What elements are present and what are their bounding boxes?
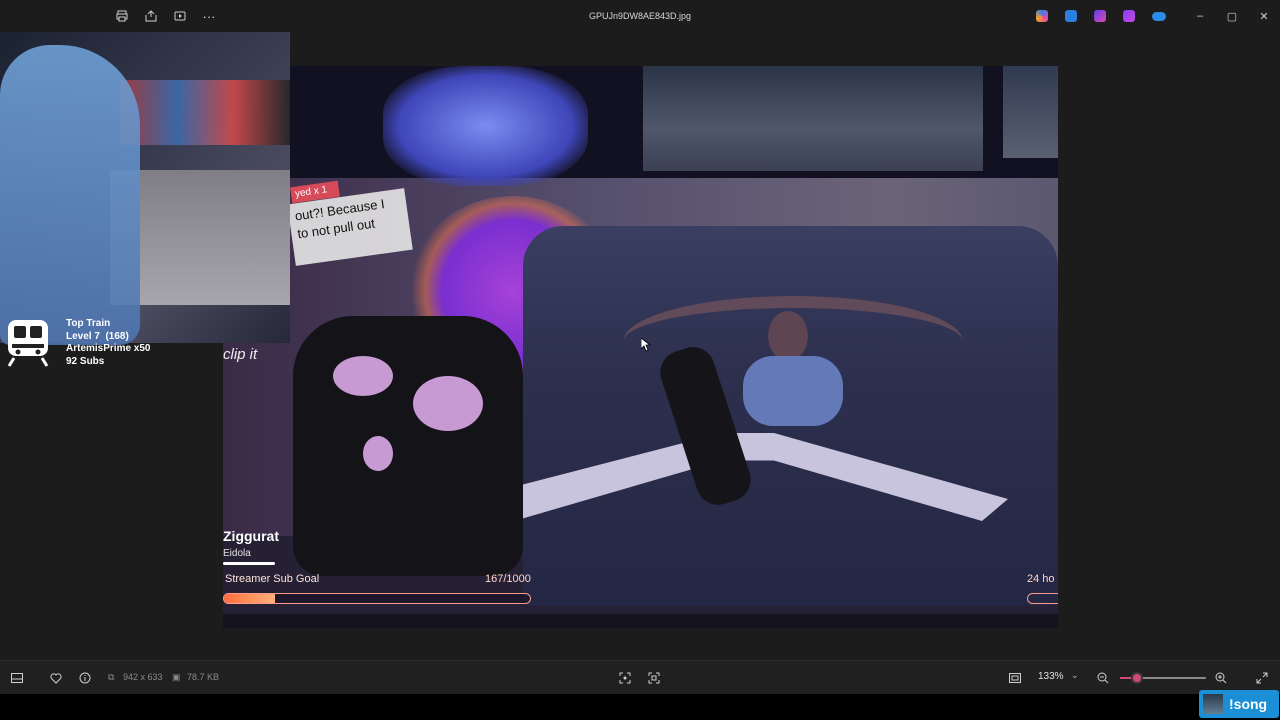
zoom-level[interactable]: 133%: [1038, 671, 1064, 682]
slideshow-icon[interactable]: [169, 6, 191, 26]
filmstrip-icon[interactable]: [9, 670, 25, 686]
clipchamp-icon[interactable]: [1094, 10, 1106, 22]
print-icon[interactable]: [111, 6, 133, 26]
song-thumbnail: [1203, 694, 1223, 714]
close-button[interactable]: ✕: [1250, 6, 1278, 26]
sub-goal-count: 167/1000: [485, 573, 531, 585]
zoom-slider[interactable]: [1120, 672, 1206, 684]
cloud-light: [383, 66, 588, 186]
fit-to-window-icon[interactable]: [1007, 670, 1023, 686]
webcam-chair: [0, 45, 140, 345]
mouse-cursor-icon: [641, 338, 651, 352]
more-icon[interactable]: ···: [198, 6, 220, 26]
top-train-user: ArtemisPrime x50: [66, 343, 151, 354]
copilot-icon[interactable]: [1036, 10, 1048, 22]
window-title: GPUJn9DW8AE843D.jpg: [588, 11, 692, 21]
visual-search-icon[interactable]: [646, 670, 662, 686]
title-bar: ··· GPUJn9DW8AE843D.jpg – ▢ ✕: [0, 0, 1280, 32]
zoom-out-icon[interactable]: [1095, 670, 1111, 686]
now-playing-artist: Eidola: [223, 548, 251, 559]
dimensions-icon: ⧉: [108, 672, 115, 682]
clip-overlay-text: clip it: [223, 346, 258, 363]
wall-art: [120, 80, 290, 145]
bottom-toolbar: ⧉ 942 x 633 ▣ 78.7 KB 133% ⌄: [0, 660, 1280, 695]
now-playing-title: Ziggurat: [223, 528, 279, 544]
onedrive-icon[interactable]: [1152, 12, 1166, 21]
top-train-subs: 92 Subs: [66, 355, 105, 367]
now-playing-progress: [223, 562, 275, 565]
favorite-heart-icon[interactable]: [48, 670, 64, 686]
sub-goal-progress-bar: [223, 593, 531, 604]
train-icon: [7, 320, 49, 367]
designer-icon[interactable]: [1123, 10, 1135, 22]
city-window: [643, 66, 983, 171]
file-size: 78.7 KB: [187, 672, 220, 682]
maximize-button[interactable]: ▢: [1218, 6, 1246, 26]
song-command-badge: !song: [1199, 690, 1279, 718]
minimize-button[interactable]: –: [1186, 6, 1214, 26]
image-dimensions: 942 x 633: [123, 672, 163, 682]
sub-goal-progress-fill: [224, 594, 276, 603]
full-screen-icon[interactable]: [1254, 670, 1270, 686]
top-train-widget: Top Train Level 7 (168) ArtemisPrime x50…: [66, 318, 151, 368]
chevron-down-icon[interactable]: ⌄: [1071, 670, 1079, 681]
gaming-chair: [293, 316, 523, 576]
file-size-icon: ▣: [172, 672, 181, 682]
timer-label: 24 ho: [1027, 573, 1055, 585]
timer-progress-bar: [1027, 593, 1058, 604]
crop-icon[interactable]: [617, 670, 633, 686]
top-train-title: Top Train: [66, 318, 111, 329]
zoom-slider-thumb[interactable]: [1131, 672, 1144, 684]
top-train-level: Level 7 (168): [66, 330, 129, 342]
info-icon[interactable]: [77, 670, 93, 686]
edit-icon[interactable]: [1065, 10, 1077, 22]
share-icon[interactable]: [140, 6, 162, 26]
sub-goal-label: Streamer Sub Goal: [225, 573, 320, 585]
zoom-in-icon[interactable]: [1213, 670, 1229, 686]
